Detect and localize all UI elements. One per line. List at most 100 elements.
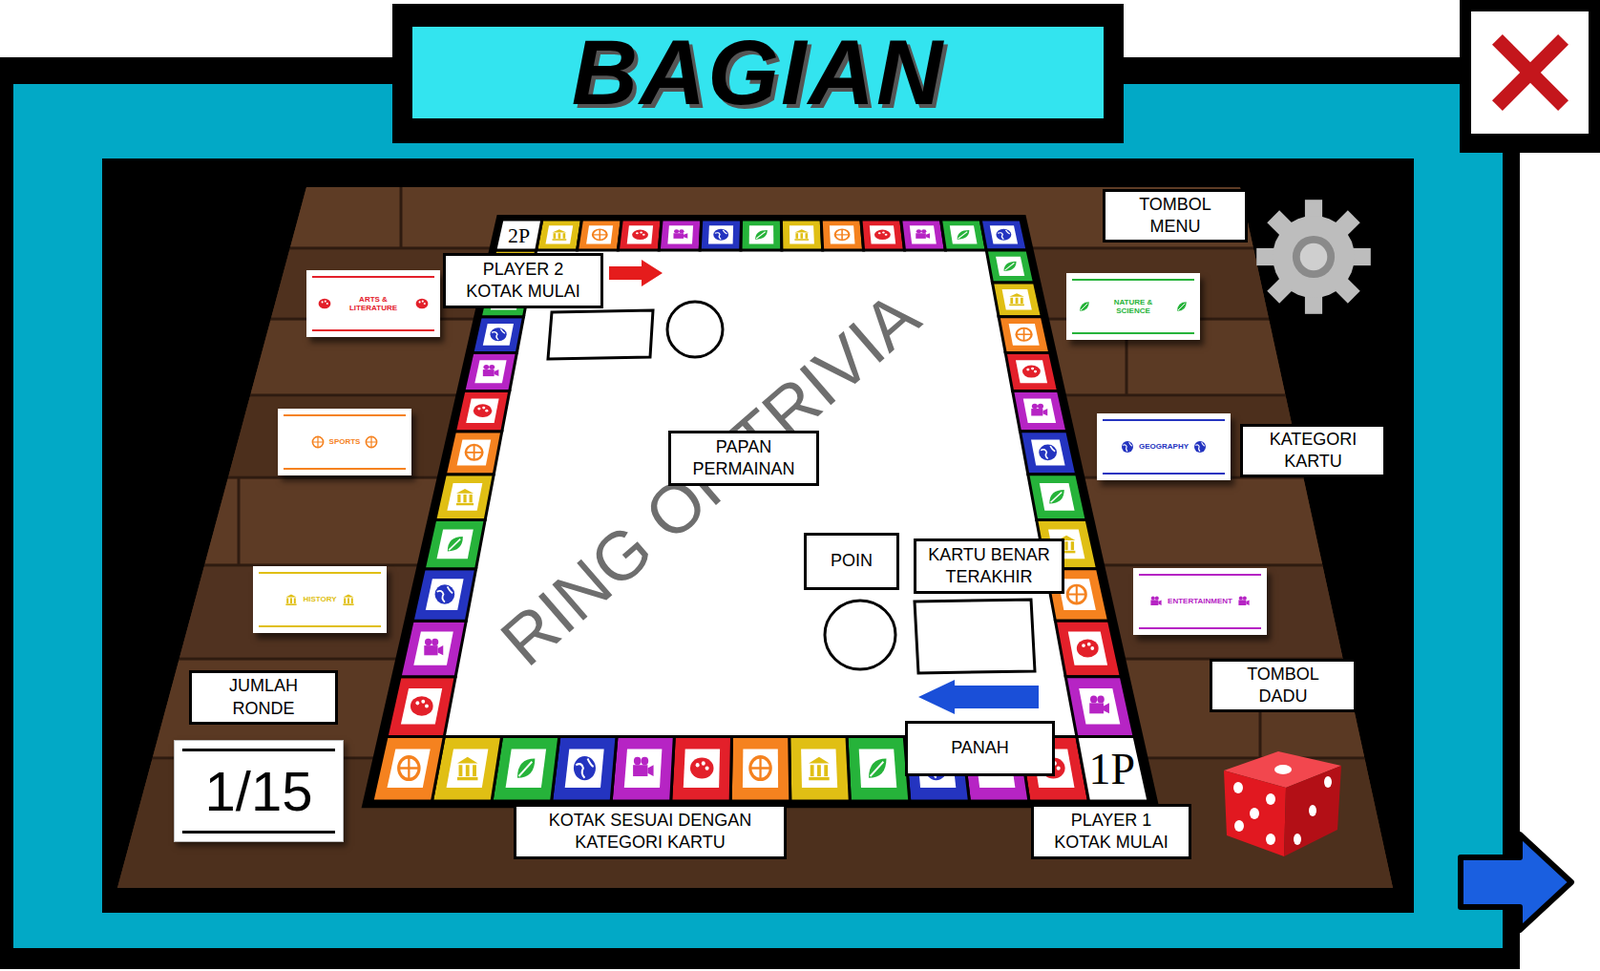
history-icon	[808, 757, 829, 780]
sports-icon	[750, 757, 771, 780]
blue-arrow-icon	[918, 679, 1039, 715]
arts-icon	[1076, 639, 1099, 658]
sports-icon	[1016, 328, 1032, 341]
history-icon	[1009, 293, 1025, 306]
entertainment-icon	[632, 757, 653, 777]
callout-label: PLAYER 1 KOTAK MULAI	[1031, 803, 1192, 860]
label-line: RONDE	[231, 697, 295, 720]
card-slot	[914, 599, 1035, 674]
deck-frame: NATURE & SCIENCE	[1072, 278, 1195, 335]
entertainment-icon	[1089, 695, 1110, 715]
board-square	[463, 352, 518, 391]
title-text: BAGIAN	[571, 26, 946, 119]
board-square	[412, 568, 477, 622]
board-square	[789, 736, 851, 802]
board-square	[998, 316, 1051, 354]
arts-icon	[414, 295, 430, 312]
board-square	[386, 676, 456, 737]
board-title: RING OF TRIVIA	[486, 276, 934, 680]
board-square	[536, 219, 583, 251]
sports-icon	[592, 229, 608, 240]
label-line: PLAYER 1	[1071, 809, 1153, 832]
board-square	[699, 219, 741, 251]
dice-icon[interactable]	[1209, 722, 1353, 866]
callout-label: PANAH	[905, 720, 1055, 777]
board-square	[577, 219, 623, 251]
card-deck[interactable]: GEOGRAPHY	[1096, 413, 1231, 481]
entertainment-icon	[423, 638, 443, 656]
label-line: TOMBOL	[1246, 663, 1320, 686]
label-line: KATEGORI KARTU	[574, 831, 725, 854]
history-icon	[340, 591, 357, 608]
board-square	[992, 282, 1043, 317]
label-line: KOTAK MULAI	[1053, 831, 1169, 854]
board-center	[443, 250, 1077, 737]
nature-icon	[517, 757, 535, 778]
card-deck[interactable]: ENTERTAINMENT	[1133, 568, 1267, 635]
round-counter: 1/15	[173, 739, 344, 843]
board-square	[435, 474, 495, 521]
deck-frame: ARTS & LITERATURE	[312, 275, 435, 332]
player2-start-square: 2P	[495, 219, 543, 251]
board-square	[861, 219, 906, 251]
board-square	[780, 219, 822, 251]
next-arrow-icon[interactable]	[1452, 828, 1578, 936]
board-square	[1054, 620, 1121, 676]
card-slot	[547, 310, 653, 359]
geography-icon	[995, 229, 1011, 241]
label-line: PAPAN	[715, 436, 772, 459]
board-square	[423, 520, 485, 569]
card-deck[interactable]: HISTORY	[252, 566, 387, 633]
board-square	[846, 736, 910, 802]
callout-label: POIN	[803, 532, 900, 590]
gear-icon[interactable]	[1251, 194, 1376, 319]
nature-icon	[755, 230, 768, 240]
board-square	[658, 219, 702, 251]
label-line: MENU	[1150, 215, 1201, 238]
deck-frame: GEOGRAPHY	[1102, 419, 1225, 475]
board-square	[400, 620, 466, 676]
callout-label: PAPAN PERMAINAN	[668, 430, 820, 486]
arts-icon	[1022, 365, 1041, 379]
arts-icon	[690, 757, 715, 779]
board-square	[455, 390, 510, 431]
entertainment-icon	[673, 229, 688, 239]
sports-icon	[1067, 585, 1086, 604]
entertainment-icon	[1148, 593, 1164, 610]
card-deck[interactable]: SPORTS	[277, 408, 412, 476]
entertainment-icon	[1236, 593, 1252, 610]
history-icon	[794, 229, 809, 241]
label-line: KARTU	[1284, 450, 1343, 473]
nature-icon	[447, 536, 464, 551]
board-square	[444, 431, 502, 475]
board-square	[901, 219, 947, 251]
points-circle	[824, 600, 896, 670]
nature-icon	[1076, 298, 1093, 315]
board-square	[1012, 390, 1068, 431]
board-square	[617, 219, 662, 251]
nature-icon	[1049, 489, 1065, 504]
geography-icon	[1192, 439, 1208, 455]
board-square	[941, 219, 988, 251]
board-square	[372, 736, 444, 802]
deck-label: ENTERTAINMENT	[1167, 596, 1233, 606]
sports-icon	[465, 444, 484, 461]
geography-icon	[489, 327, 506, 341]
start-label: 2P	[507, 224, 530, 248]
red-arrow-icon	[609, 259, 663, 287]
nature-icon	[957, 230, 970, 240]
board-border	[361, 214, 1160, 808]
board-square	[491, 736, 560, 802]
close-button[interactable]	[1459, 0, 1600, 153]
card-deck[interactable]: NATURE & SCIENCE	[1066, 273, 1200, 340]
board-square	[551, 736, 617, 802]
arts-icon	[631, 230, 649, 240]
card-deck[interactable]: ARTS & LITERATURE	[306, 270, 441, 337]
label-line: KOTAK SESUAI DENGAN	[548, 809, 753, 832]
label-line: KARTU BENAR	[927, 544, 1051, 567]
deck-frame: HISTORY	[258, 571, 381, 628]
nature-icon	[868, 757, 886, 778]
label-line: DADU	[1258, 685, 1307, 708]
arts-icon	[473, 403, 492, 418]
board-square	[740, 219, 782, 251]
